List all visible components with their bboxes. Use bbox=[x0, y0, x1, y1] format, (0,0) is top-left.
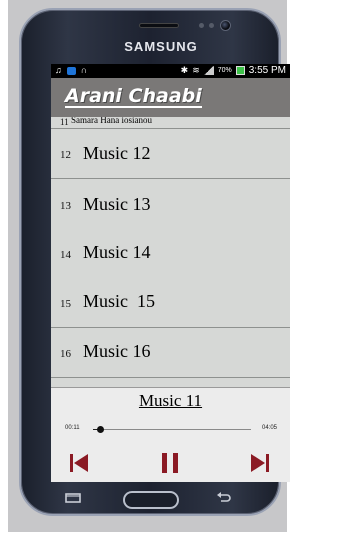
app-notification-icon bbox=[66, 66, 76, 75]
track-number: 13 bbox=[60, 200, 71, 212]
track-number: 11 bbox=[60, 117, 69, 127]
skip-next-icon bbox=[251, 454, 269, 472]
back-button[interactable] bbox=[216, 491, 232, 505]
track-title: Music 16 bbox=[83, 341, 151, 361]
phone-frame: SAMSUNG ♫ ∩ ✱ ≋ 70% 3:55 PM Arani Chaabi… bbox=[19, 8, 290, 518]
status-time: 3:55 PM bbox=[248, 65, 286, 76]
battery-icon bbox=[235, 66, 245, 75]
next-button[interactable] bbox=[249, 451, 271, 475]
proximity-sensor bbox=[199, 23, 204, 28]
wifi-icon: ≋ bbox=[192, 65, 200, 75]
light-sensor bbox=[209, 23, 214, 28]
front-camera-icon bbox=[220, 20, 231, 31]
track-number: 16 bbox=[60, 348, 71, 360]
device-brand: SAMSUNG bbox=[124, 39, 198, 54]
list-item[interactable]: 13 Music 13 bbox=[51, 180, 290, 230]
track-number: 15 bbox=[60, 298, 71, 310]
earpiece-speaker bbox=[139, 23, 179, 28]
music-list[interactable]: 11 Samara Hana iosianou 12 Music 12 13 M… bbox=[51, 117, 290, 387]
seek-bar[interactable] bbox=[93, 426, 251, 433]
track-title: Music 13 bbox=[83, 194, 151, 214]
track-title: Samara Hana iosianou bbox=[71, 117, 152, 125]
now-playing-title: Music 11 bbox=[138, 391, 203, 410]
signal-icon bbox=[203, 66, 214, 75]
battery-percent: 70% bbox=[217, 67, 232, 74]
previous-button[interactable] bbox=[68, 451, 90, 475]
skip-previous-icon bbox=[70, 454, 88, 472]
list-item[interactable]: 12 Music 12 bbox=[51, 129, 290, 179]
track-number: 12 bbox=[60, 149, 71, 161]
screen: ♫ ∩ ✱ ≋ 70% 3:55 PM Arani Chaabi 11 Sama… bbox=[51, 64, 290, 482]
current-time: 00:11 bbox=[65, 425, 80, 431]
total-time: 04:05 bbox=[261, 425, 277, 431]
recent-apps-icon bbox=[65, 493, 81, 503]
status-bar: ♫ ∩ ✱ ≋ 70% 3:55 PM bbox=[51, 64, 290, 78]
app-bar: Arani Chaabi bbox=[51, 78, 290, 117]
recent-apps-button[interactable] bbox=[65, 492, 81, 504]
pause-button[interactable] bbox=[159, 451, 181, 475]
track-title: Music 14 bbox=[83, 242, 151, 262]
music-note-icon: ♫ bbox=[55, 65, 62, 75]
headphones-icon: ∩ bbox=[80, 65, 88, 75]
back-icon bbox=[217, 492, 231, 502]
track-number: 14 bbox=[60, 249, 71, 261]
list-item[interactable]: 16 Music 16 bbox=[51, 328, 290, 378]
list-item[interactable]: 15 Music 15 bbox=[51, 278, 290, 328]
bluetooth-icon: ✱ bbox=[180, 65, 189, 75]
list-item[interactable]: 11 Samara Hana iosianou bbox=[51, 117, 290, 129]
seek-thumb[interactable] bbox=[97, 426, 105, 433]
media-player: Music 11 00:11 04:05 bbox=[51, 387, 290, 482]
hardware-nav-bar bbox=[21, 482, 283, 518]
app-title: Arani Chaabi bbox=[65, 85, 202, 108]
track-title: Music 15 bbox=[83, 291, 155, 311]
pause-icon bbox=[162, 453, 178, 473]
track-title: Music 12 bbox=[83, 143, 151, 163]
home-button[interactable] bbox=[123, 491, 179, 509]
list-item[interactable]: 14 Music 14 bbox=[51, 229, 290, 279]
